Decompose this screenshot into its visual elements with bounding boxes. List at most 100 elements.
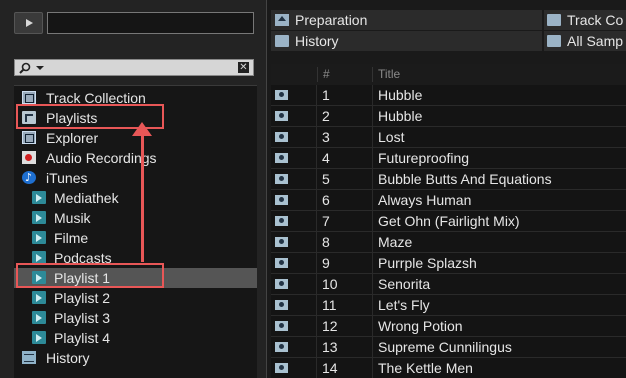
tree-item-filme[interactable]: Filme xyxy=(14,228,257,248)
tree-item-mediathek[interactable]: Mediathek xyxy=(14,188,257,208)
favorite-track-collection[interactable]: Track Co xyxy=(547,10,626,30)
track-icon-cell xyxy=(271,358,317,378)
tree-item-label: Playlist 2 xyxy=(54,290,111,306)
column-separator xyxy=(372,316,373,336)
tree-item-audio-recordings[interactable]: Audio Recordings xyxy=(14,148,257,168)
tree-item-podcasts[interactable]: Podcasts xyxy=(14,248,257,268)
track-row[interactable]: 5 Bubble Butts And Equations xyxy=(271,169,626,190)
playlist-icon xyxy=(32,191,46,204)
tree-item-history[interactable]: History xyxy=(14,348,257,368)
favorites-divider xyxy=(542,10,544,30)
playlist-icon xyxy=(32,271,46,284)
track-row[interactable]: 6 Always Human xyxy=(271,190,626,211)
playlists-icon xyxy=(22,111,36,124)
playlist-icon xyxy=(32,211,46,224)
column-header-title[interactable]: Title xyxy=(378,64,400,85)
browser-tree-pane: ✕ Track Collection Playlists Explorer Au… xyxy=(0,0,266,378)
column-separator xyxy=(372,253,373,273)
track-number: 13 xyxy=(322,339,338,355)
tree-item-playlist-1[interactable]: Playlist 1 xyxy=(14,268,257,288)
track-list: # Title 1 Hubble 2 Hubble 3 Lost 4 Futureproofi… xyxy=(271,64,626,378)
tree-item-label: Filme xyxy=(54,230,89,246)
column-separator xyxy=(372,232,373,252)
track-row[interactable]: 7 Get Ohn (Fairlight Mix) xyxy=(271,211,626,232)
search-icon[interactable] xyxy=(19,62,31,74)
track-title: Futureproofing xyxy=(378,150,470,166)
track-row[interactable]: 2 Hubble xyxy=(271,106,626,127)
track-number: 2 xyxy=(322,108,330,124)
tree-item-playlist-2[interactable]: Playlist 2 xyxy=(14,288,257,308)
track-row[interactable]: 11 Let's Fly xyxy=(271,295,626,316)
column-separator xyxy=(372,85,373,105)
tree-item-label: Playlist 1 xyxy=(54,270,111,286)
search-input[interactable]: ✕ xyxy=(14,59,254,76)
track-row[interactable]: 9 Purrple Splazsh xyxy=(271,253,626,274)
track-icon xyxy=(275,237,288,247)
favorites-row: History All Samp xyxy=(271,31,626,51)
clear-search-icon[interactable]: ✕ xyxy=(238,62,249,73)
track-number: 11 xyxy=(322,297,337,313)
favorite-label: All Samp xyxy=(567,33,624,49)
tree-item-playlist-3[interactable]: Playlist 3 xyxy=(14,308,257,328)
track-icon-cell xyxy=(271,148,317,168)
playlist-icon xyxy=(32,331,46,344)
search-dropdown-icon[interactable] xyxy=(36,66,44,70)
track-number: 8 xyxy=(322,234,330,250)
folder-icon xyxy=(547,35,561,47)
column-header-number[interactable]: # xyxy=(323,64,330,85)
column-separator xyxy=(372,211,373,231)
playlist-icon xyxy=(32,311,46,324)
track-title: Senorita xyxy=(378,276,431,292)
track-title: The Kettle Men xyxy=(378,360,473,376)
itunes-icon xyxy=(22,168,36,188)
favorites-divider xyxy=(542,31,544,51)
track-row[interactable]: 10 Senorita xyxy=(271,274,626,295)
track-icon-cell xyxy=(271,190,317,210)
tree-item-musik[interactable]: Musik xyxy=(14,208,257,228)
track-icon-cell xyxy=(271,106,317,126)
track-icon-cell xyxy=(271,85,317,105)
track-icon xyxy=(275,342,288,352)
track-icon-cell xyxy=(271,169,317,189)
favorites-row: Preparation Track Co xyxy=(271,10,626,30)
track-icon xyxy=(275,153,288,163)
track-icon xyxy=(275,216,288,226)
favorite-all-samples[interactable]: All Samp xyxy=(547,31,626,51)
track-number: 9 xyxy=(322,255,330,271)
track-icon xyxy=(275,258,288,268)
track-icon-cell xyxy=(271,316,317,336)
tree-item-playlist-4[interactable]: Playlist 4 xyxy=(14,328,257,348)
track-row[interactable]: 12 Wrong Potion xyxy=(271,316,626,337)
track-icon xyxy=(275,90,288,100)
track-title: Bubble Butts And Equations xyxy=(378,171,552,187)
tree-item-track-collection[interactable]: Track Collection xyxy=(14,88,257,108)
track-row[interactable]: 3 Lost xyxy=(271,127,626,148)
track-collection-icon xyxy=(22,91,36,104)
track-row[interactable]: 4 Futureproofing xyxy=(271,148,626,169)
track-icon-cell xyxy=(271,232,317,252)
track-number: 6 xyxy=(322,192,330,208)
tree-item-label: History xyxy=(46,350,90,366)
track-number: 10 xyxy=(322,276,338,292)
tree-item-label: Audio Recordings xyxy=(46,150,157,166)
favorite-history[interactable]: History xyxy=(275,31,535,51)
track-list-header: # Title xyxy=(271,64,626,85)
preview-player xyxy=(14,12,254,34)
column-separator xyxy=(317,67,318,82)
tree-item-itunes[interactable]: iTunes xyxy=(14,168,257,188)
annotation-arrow-head xyxy=(132,122,152,136)
preview-track-field xyxy=(47,12,254,34)
play-icon xyxy=(26,19,33,27)
track-number: 14 xyxy=(322,360,338,376)
column-separator xyxy=(372,190,373,210)
track-icon-cell xyxy=(271,274,317,294)
track-row[interactable]: 13 Supreme Cunnilingus xyxy=(271,337,626,358)
track-row[interactable]: 1 Hubble xyxy=(271,85,626,106)
preview-play-button[interactable] xyxy=(14,12,43,34)
track-icon xyxy=(275,279,288,289)
column-separator xyxy=(372,106,373,126)
favorite-preparation[interactable]: Preparation xyxy=(275,10,535,30)
track-row[interactable]: 14 The Kettle Men xyxy=(271,358,626,378)
playlist-icon xyxy=(32,291,46,304)
track-row[interactable]: 8 Maze xyxy=(271,232,626,253)
